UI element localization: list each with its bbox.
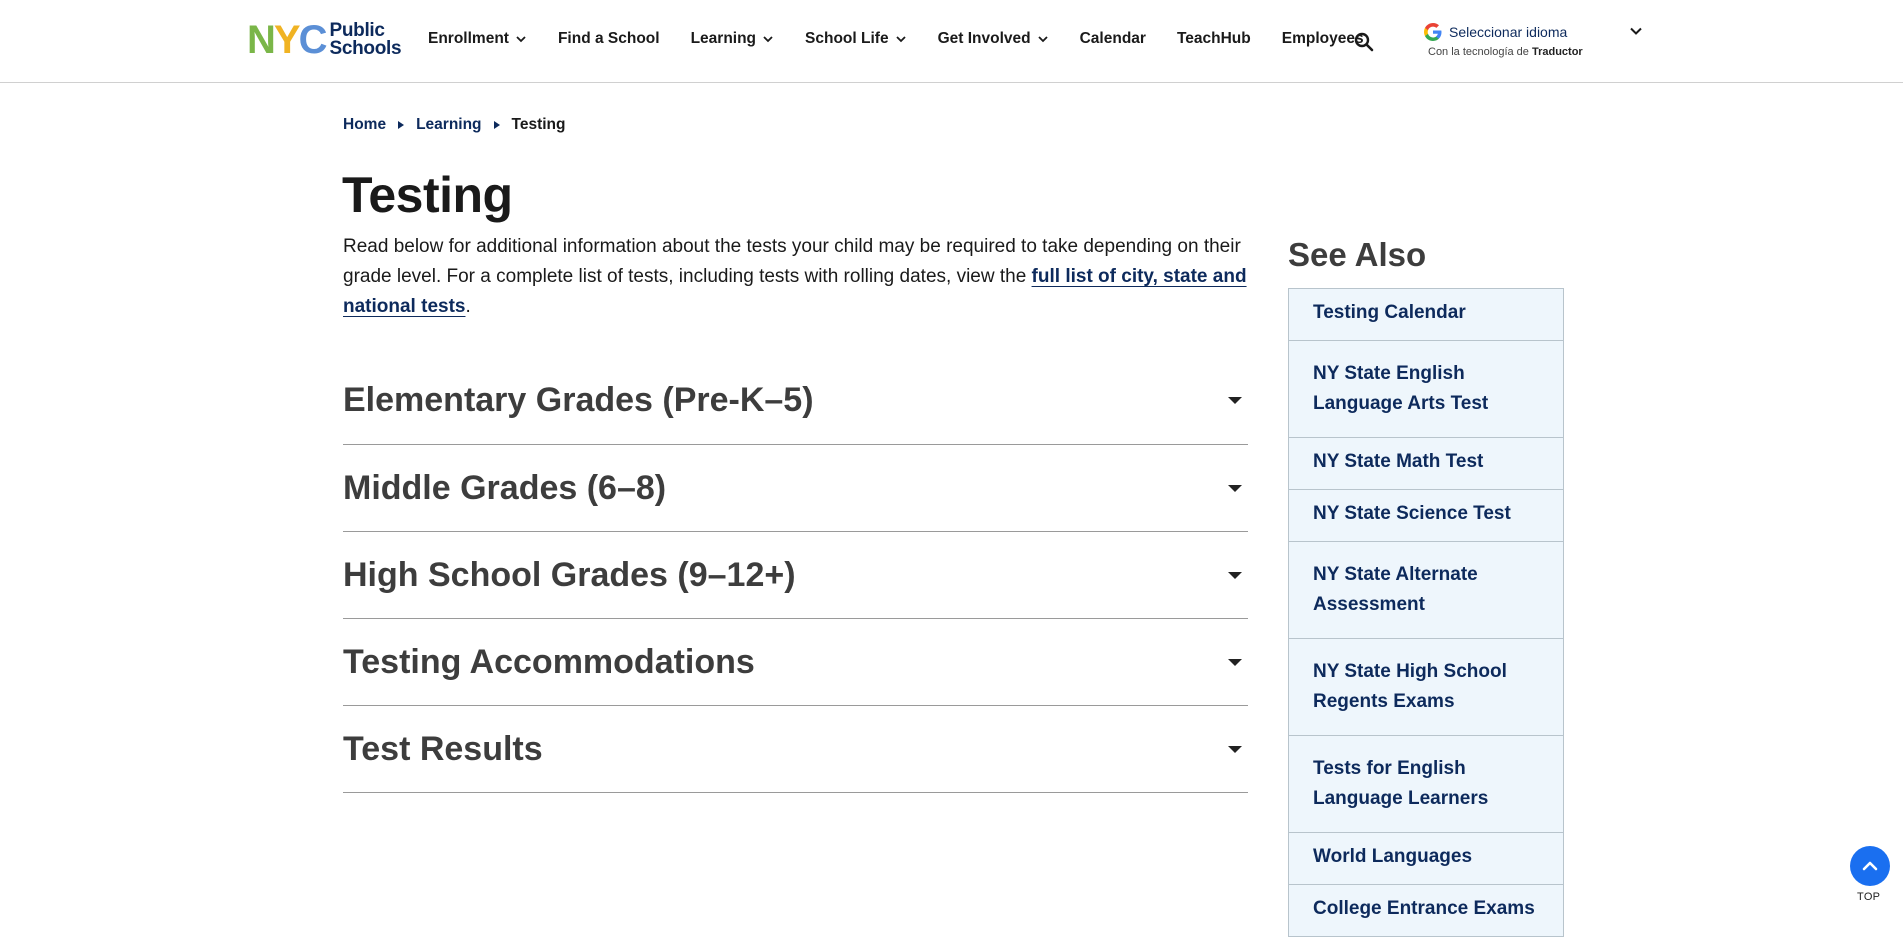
- caret-down-icon: [1228, 571, 1242, 579]
- nav-employees[interactable]: Employees: [1282, 30, 1364, 48]
- accordion-elementary-grades[interactable]: Elementary Grades (Pre-K–5): [343, 357, 1248, 445]
- site-header: NYC Public Schools Enrollment Find a Sch…: [0, 0, 1903, 83]
- accordion-middle-grades[interactable]: Middle Grades (6–8): [343, 445, 1248, 532]
- caret-down-icon: [1228, 397, 1242, 404]
- accordion-title: Elementary Grades (Pre-K–5): [343, 381, 814, 419]
- chevron-down-icon[interactable]: [1629, 24, 1643, 38]
- main-nav: Enrollment Find a School Learning School…: [428, 30, 1395, 48]
- language-selector[interactable]: Seleccionar idioma Con la tecnología de …: [1423, 22, 1647, 58]
- chevron-down-icon: [1037, 36, 1048, 43]
- nav-school-life[interactable]: School Life: [805, 30, 907, 48]
- nav-find-a-school[interactable]: Find a School: [558, 30, 660, 48]
- accordion-title: High School Grades (9–12+): [343, 555, 796, 594]
- google-icon: [1424, 23, 1442, 41]
- language-select-row[interactable]: Seleccionar idioma: [1423, 22, 1647, 42]
- see-also-list: Testing Calendar NY State English Langua…: [1288, 288, 1564, 937]
- nav-get-involved[interactable]: Get Involved: [938, 30, 1049, 48]
- breadcrumb-separator-icon: [493, 121, 500, 129]
- nav-learning[interactable]: Learning: [691, 30, 774, 48]
- caret-down-icon: [1228, 658, 1242, 666]
- nyc-public-schools-logo[interactable]: NYC Public Schools: [247, 18, 402, 62]
- accordion-high-school-grades[interactable]: High School Grades (9–12+): [343, 532, 1248, 619]
- language-select-label: Seleccionar idioma: [1449, 24, 1568, 40]
- page-title: Testing: [342, 167, 513, 223]
- nav-calendar[interactable]: Calendar: [1080, 30, 1146, 48]
- breadcrumb-learning[interactable]: Learning: [416, 116, 481, 134]
- breadcrumb-current: Testing: [511, 116, 566, 133]
- nav-enrollment[interactable]: Enrollment: [428, 30, 527, 48]
- see-also-title: See Also: [1288, 236, 1427, 273]
- see-also-college-entrance-exams[interactable]: College Entrance Exams: [1289, 885, 1563, 937]
- breadcrumb-home[interactable]: Home: [343, 116, 386, 134]
- accordion-title: Testing Accommodations: [343, 642, 755, 681]
- chevron-up-icon: [1862, 861, 1878, 871]
- nav-teachhub[interactable]: TeachHub: [1177, 30, 1251, 48]
- see-also-alternate-assessment[interactable]: NY State Alternate Assessment: [1289, 542, 1563, 639]
- chevron-down-icon: [895, 36, 906, 43]
- accordion-testing-accommodations[interactable]: Testing Accommodations: [343, 619, 1248, 706]
- see-also-testing-calendar[interactable]: Testing Calendar: [1289, 289, 1563, 341]
- see-also-ela-test[interactable]: NY State English Language Arts Test: [1289, 341, 1563, 438]
- see-also-sidebar: See Also Testing Calendar NY State Engli…: [1288, 236, 1564, 937]
- chevron-down-icon: [516, 36, 526, 43]
- caret-down-icon: [1228, 484, 1242, 492]
- see-also-regents-exams[interactable]: NY State High School Regents Exams: [1289, 639, 1563, 736]
- translate-brand-link[interactable]: Traductor: [1532, 46, 1583, 58]
- breadcrumb-separator-icon: [398, 121, 405, 129]
- see-also-world-languages[interactable]: World Languages: [1289, 833, 1563, 885]
- chevron-down-icon: [763, 36, 773, 43]
- intro-paragraph: Read below for additional information ab…: [343, 236, 1247, 317]
- back-to-top-button[interactable]: [1850, 846, 1890, 886]
- accordion-title: Middle Grades (6–8): [343, 468, 667, 507]
- logo-mark: NYC: [247, 18, 327, 62]
- grade-accordion: Elementary Grades (Pre-K–5) Middle Grade…: [343, 357, 1248, 793]
- caret-down-icon: [1228, 745, 1242, 753]
- accordion-test-results[interactable]: Test Results: [343, 706, 1248, 793]
- breadcrumb: Home Learning Testing: [343, 116, 566, 134]
- see-also-ell-tests[interactable]: Tests for English Language Learners: [1289, 736, 1563, 833]
- see-also-science-test[interactable]: NY State Science Test: [1289, 490, 1563, 542]
- accordion-title: Test Results: [343, 729, 543, 768]
- see-also-math-test[interactable]: NY State Math Test: [1289, 438, 1563, 490]
- translate-powered-by: Con la tecnología de Traductor: [1428, 46, 1583, 58]
- search-icon[interactable]: [1354, 32, 1374, 52]
- logo-wordmark: Public Schools: [329, 20, 402, 59]
- back-to-top-label: TOP: [1857, 891, 1881, 903]
